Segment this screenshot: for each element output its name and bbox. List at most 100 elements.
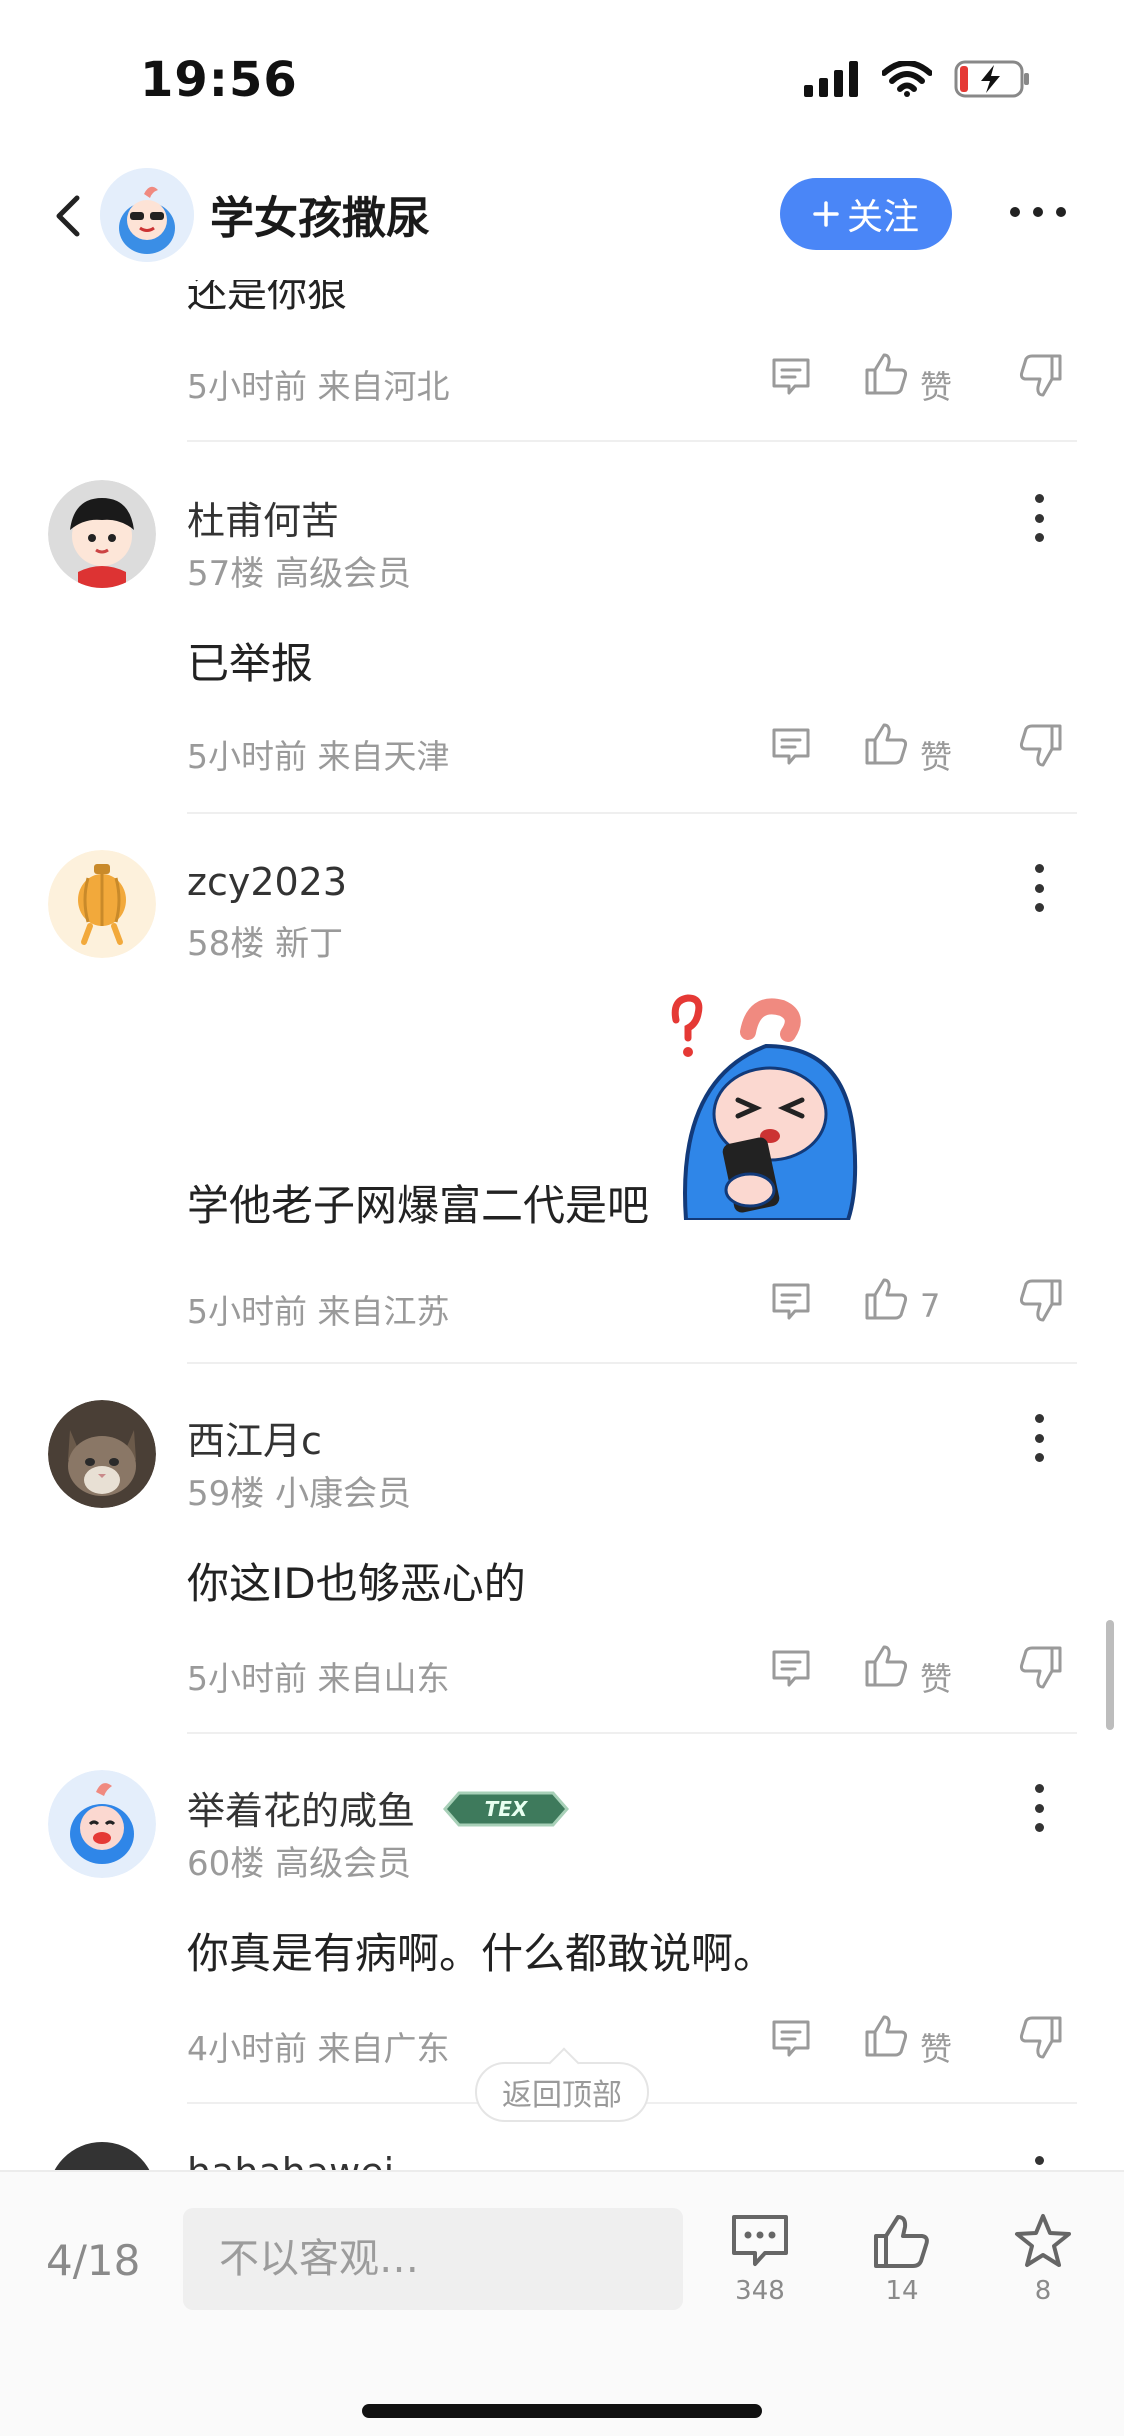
- comment-action-row: 5小时前 来自河北 赞: [187, 350, 1077, 410]
- comment-time: 5小时前: [187, 1659, 307, 1698]
- like-label: 赞: [920, 368, 953, 406]
- member-level: 新丁: [275, 924, 344, 964]
- bottom-action-bar: 4/18 348 14 8: [0, 2170, 1124, 2436]
- member-level: 高级会员: [275, 554, 412, 594]
- comment-more-button[interactable]: [1032, 1784, 1046, 1832]
- dot: [1034, 1823, 1044, 1832]
- like-label: 赞: [920, 738, 953, 776]
- comment-location: 来自广东: [317, 2029, 450, 2068]
- partial-comment-text: 还是你狠: [187, 280, 347, 316]
- commenter-name[interactable]: 杜甫何苦: [187, 490, 339, 545]
- plus-icon: [813, 201, 839, 227]
- comment-meta: 5小时前 来自山东: [187, 1652, 450, 1700]
- dot: [1056, 207, 1066, 217]
- commenter-name[interactable]: zcy2023: [187, 860, 347, 904]
- dot: [1034, 513, 1044, 523]
- comment-meta: 5小时前 来自江苏: [187, 1285, 450, 1333]
- dot: [1034, 1784, 1044, 1793]
- dot: [1034, 883, 1044, 893]
- dot: [1034, 903, 1044, 912]
- cartoon-boy-avatar-icon: [48, 480, 156, 588]
- reply-icon[interactable]: [769, 724, 813, 772]
- favorite-button[interactable]: 8: [998, 2212, 1088, 2306]
- commenter-avatar[interactable]: [48, 850, 156, 958]
- thumbs-down-icon[interactable]: [1017, 1277, 1065, 1329]
- comments-button[interactable]: 348: [715, 2212, 805, 2306]
- level-badge-text: TEX: [485, 1797, 529, 1821]
- comment-location: 来自天津: [317, 737, 450, 776]
- reply-icon[interactable]: [769, 2016, 813, 2064]
- comment-more-button[interactable]: [1032, 1414, 1046, 1462]
- reply-input[interactable]: [183, 2208, 683, 2310]
- floor-number: 57楼: [187, 554, 265, 594]
- comment-action-row: 5小时前 来自山东 赞: [187, 1642, 1077, 1702]
- scrollbar-thumb[interactable]: [1106, 1620, 1114, 1730]
- like-label: 赞: [920, 1660, 953, 1698]
- thumbs-up-icon[interactable]: [862, 1642, 910, 1694]
- member-level: 高级会员: [275, 1844, 412, 1884]
- author-name[interactable]: 学女孩撒尿: [210, 182, 430, 246]
- comment-feed: 还是你狠 5小时前 来自河北 赞 杜甫何苦 57楼 高级会员 已举报 5小时前 …: [0, 280, 1124, 2170]
- battery-charging-icon: [954, 60, 1029, 98]
- thumbs-up-icon[interactable]: [862, 1275, 910, 1327]
- thumbs-down-icon[interactable]: [1017, 722, 1065, 774]
- mascot-avatar-icon: [48, 1770, 156, 1878]
- comment-more-button[interactable]: [1032, 494, 1046, 542]
- comment-body: 你这ID也够恶心的: [187, 1559, 526, 1608]
- dot: [1033, 207, 1043, 217]
- reply-icon[interactable]: [769, 1646, 813, 1694]
- comment-more-button[interactable]: [1032, 864, 1046, 912]
- lantern-avatar-icon: [48, 850, 156, 958]
- page-indicator[interactable]: 4/18: [46, 2236, 140, 2285]
- chevron-left-icon: [56, 195, 80, 237]
- dot: [1034, 533, 1044, 542]
- cat-photo-avatar-icon: [48, 1400, 156, 1508]
- comment-divider: [187, 812, 1077, 814]
- commenter-name[interactable]: 西江月c: [187, 1410, 322, 1465]
- more-options-button[interactable]: [1010, 192, 1066, 232]
- dot: [1034, 1453, 1044, 1462]
- author-avatar[interactable]: [100, 168, 194, 262]
- comment-meta: 4小时前 来自广东: [187, 2022, 450, 2070]
- comment-time: 5小时前: [187, 737, 307, 776]
- thumbs-up-icon[interactable]: [862, 2012, 910, 2064]
- commenter-avatar[interactable]: [48, 1770, 156, 1878]
- reply-icon[interactable]: [769, 354, 813, 402]
- comment-location: 来自河北: [317, 367, 450, 406]
- like-post-button[interactable]: 14: [857, 2212, 947, 2306]
- comment-action-row: 5小时前 来自天津 赞: [187, 720, 1077, 780]
- follow-button[interactable]: 关注: [780, 178, 952, 250]
- comment-body: 学他老子网爆富二代是吧: [187, 1181, 650, 1230]
- commenter-avatar[interactable]: [48, 480, 156, 588]
- thumbs-down-icon[interactable]: [1017, 352, 1065, 404]
- dot: [1034, 2156, 1044, 2165]
- comment-more-button[interactable]: [1032, 2156, 1046, 2170]
- follow-label: 关注: [846, 197, 919, 238]
- thumbs-up-icon: [874, 2215, 929, 2268]
- emoji-sticker: [658, 990, 870, 1222]
- dot: [1034, 1414, 1044, 1423]
- commenter-avatar[interactable]: [48, 2142, 156, 2170]
- thumbs-down-icon[interactable]: [1017, 2014, 1065, 2066]
- reply-icon[interactable]: [769, 1279, 813, 1327]
- comment-location: 来自江苏: [317, 1292, 450, 1331]
- comment-time: 5小时前: [187, 367, 307, 406]
- thumbs-up-icon[interactable]: [862, 720, 910, 772]
- post-header: 学女孩撒尿 关注: [0, 150, 1124, 280]
- comment-action-row: 5小时前 来自江苏 7: [187, 1275, 1077, 1335]
- comment-divider: [187, 1362, 1077, 1364]
- commenter-name[interactable]: 举着花的咸鱼: [187, 1789, 415, 1833]
- comment-bubble-icon: [732, 2215, 788, 2266]
- comment-time: 4小时前: [187, 2029, 307, 2068]
- back-button[interactable]: [40, 188, 96, 244]
- comment-floor-level: 58楼 新丁: [187, 916, 343, 965]
- back-to-top-button[interactable]: 返回顶部: [475, 2062, 649, 2122]
- status-time: 19:56: [140, 52, 298, 108]
- level-badge: TEX: [441, 1789, 571, 1838]
- home-indicator[interactable]: [362, 2404, 762, 2418]
- commenter-avatar[interactable]: [48, 1400, 156, 1508]
- commenter-name[interactable]: hahahawei: [187, 2150, 394, 2170]
- thumbs-up-icon[interactable]: [862, 350, 910, 402]
- thumbs-down-icon[interactable]: [1017, 1644, 1065, 1696]
- cartoon-avatar-icon: [100, 168, 194, 262]
